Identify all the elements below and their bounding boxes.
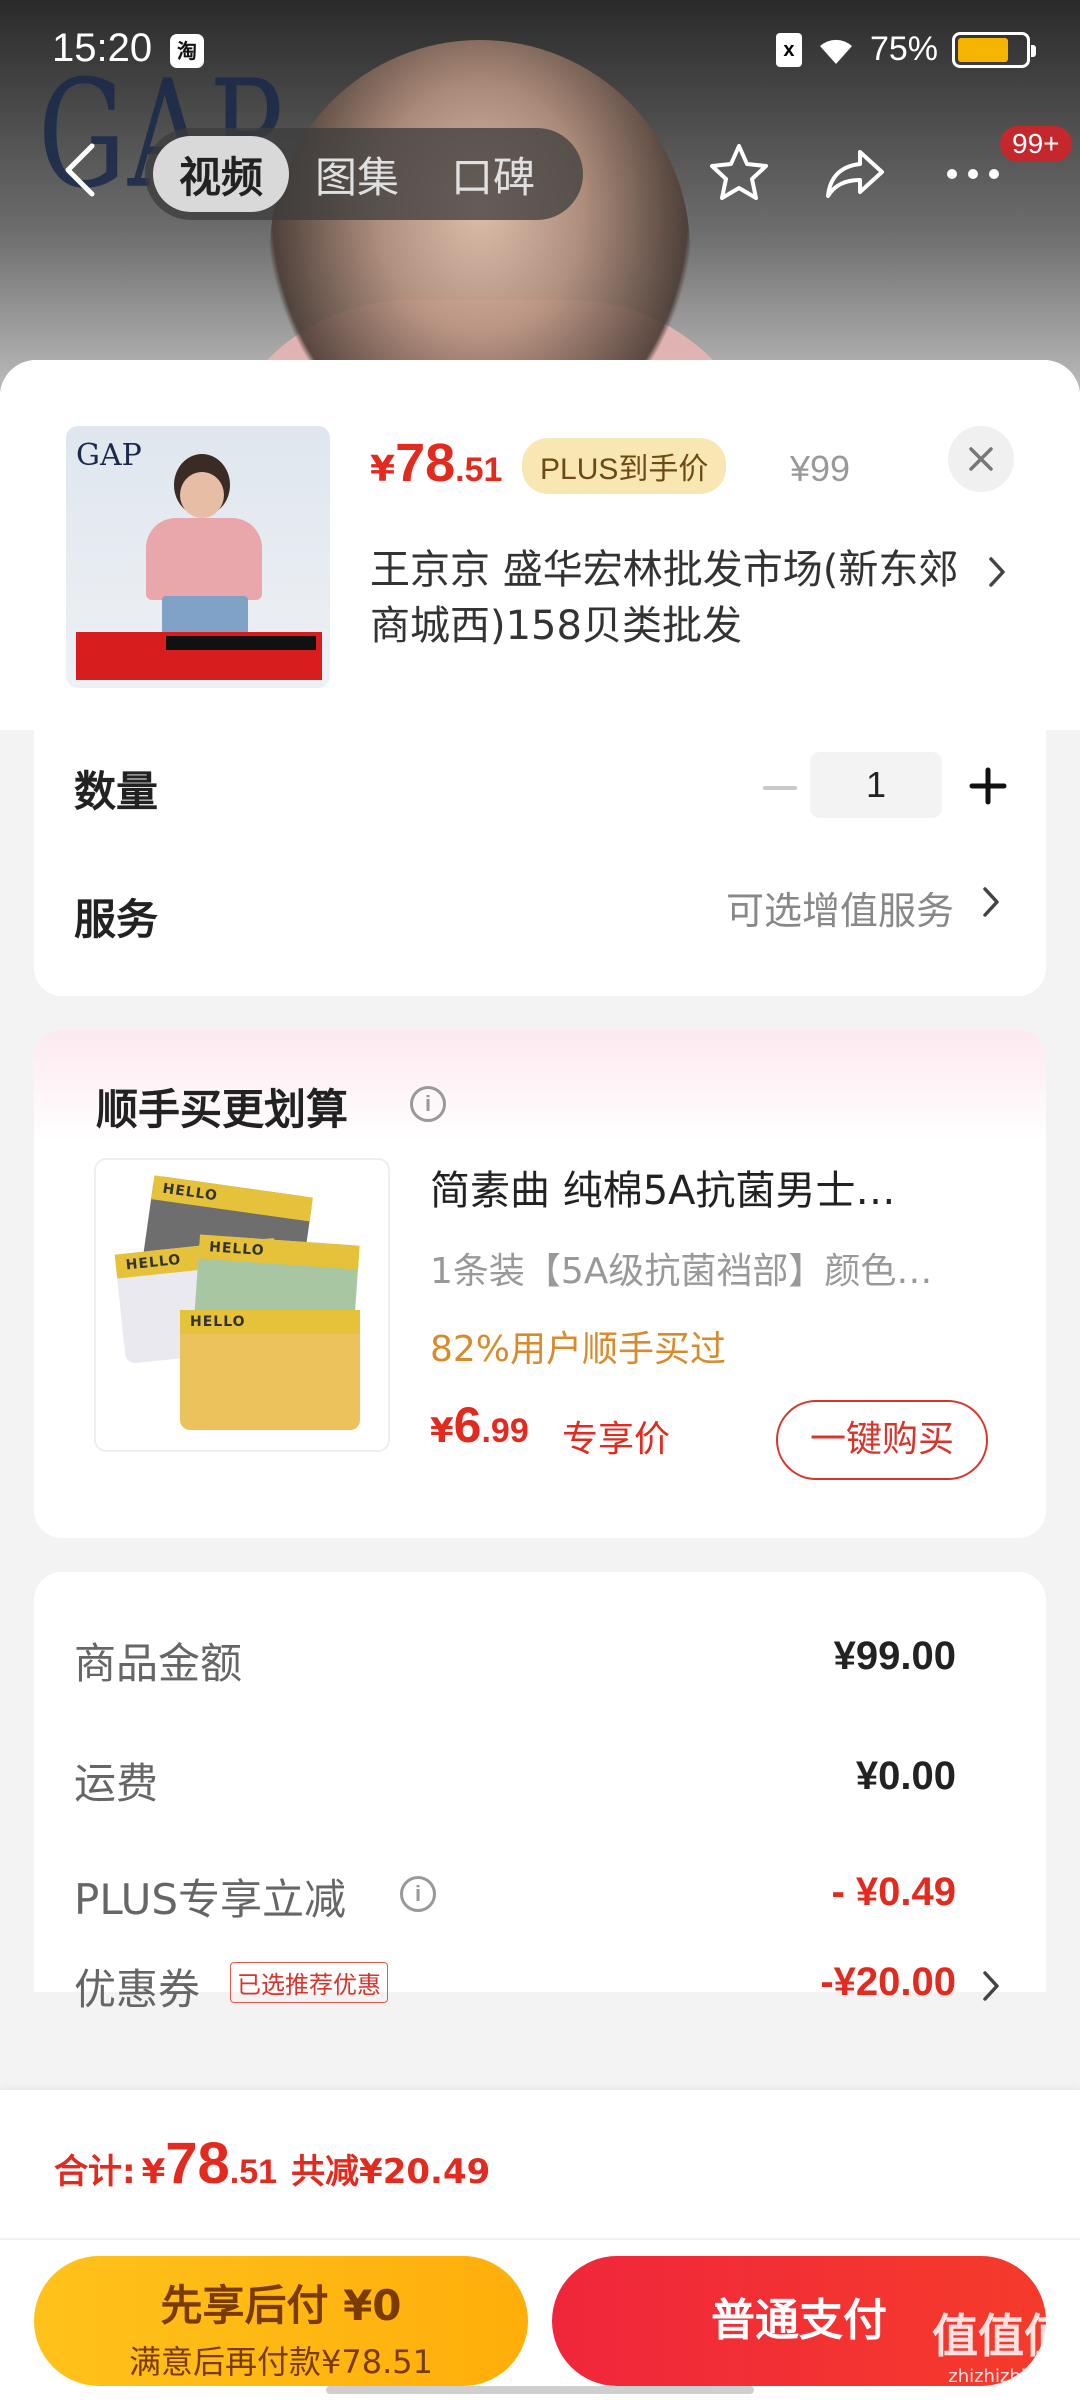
addon-title: 顺手买更划算: [96, 1085, 349, 1134]
tab-gallery[interactable]: 图集: [289, 136, 425, 212]
more-icon[interactable]: [940, 140, 1006, 206]
battery-percent: 75%: [869, 30, 938, 68]
total-integer: 78: [165, 2131, 230, 2196]
taobao-notification-icon: 淘: [170, 34, 204, 68]
battery-icon: [952, 31, 1036, 68]
total-label: 合计:: [54, 2152, 136, 2192]
divider: [0, 2238, 1080, 2240]
pay-later-subtitle: 满意后再付款¥78.51: [129, 2343, 433, 2381]
quantity-service-card: 数量 1 服务 可选增值服务: [34, 730, 1046, 996]
tab-video[interactable]: 视频: [153, 136, 290, 212]
subtotal-label: 商品金额: [74, 1639, 243, 1688]
decrease-quantity-button[interactable]: [750, 758, 810, 818]
status-indicators: x 75%: [775, 30, 1036, 69]
addon-exclusive-tag: 专享价: [562, 1419, 671, 1460]
share-icon[interactable]: [822, 140, 888, 206]
thumb-promo-strip: [166, 636, 316, 650]
site-watermark: 值值值 zhizhizhi.com: [932, 2300, 1070, 2387]
thumb-face: [180, 472, 224, 518]
quantity-label: 数量: [74, 767, 159, 816]
info-icon[interactable]: i: [410, 1086, 446, 1122]
pay-later-button[interactable]: 先享后付 ¥0 满意后再付款¥78.51: [34, 2256, 528, 2386]
watermark-url: zhizhizhi.com: [948, 2366, 1070, 2387]
plus-discount-label: PLUS专享立减: [74, 1875, 347, 1924]
addon-social-proof: 82%用户顺手买过: [430, 1329, 727, 1370]
tab-reviews[interactable]: 口碑: [425, 136, 561, 212]
price-decimal: .51: [455, 451, 503, 489]
plus-price-tag: PLUS到手价: [522, 438, 727, 494]
total-currency: ¥: [141, 2152, 166, 2192]
one-click-buy-button[interactable]: 一键购买: [776, 1400, 988, 1480]
media-tabs: 视频 图集 口碑: [145, 128, 583, 220]
status-bar: 15:20 淘 x 75%: [0, 0, 1080, 100]
brief-yellow: HELLO: [180, 1310, 360, 1430]
close-icon: [969, 447, 993, 471]
thumb-brand-logo: GAP: [76, 438, 142, 473]
plus-discount-value: - ¥0.49: [831, 1870, 956, 1914]
total-saved: 共减¥20.49: [291, 2152, 491, 2192]
product-thumbnail[interactable]: GAP: [66, 426, 330, 688]
no-sim-icon: x: [775, 32, 802, 67]
coupon-value[interactable]: -¥20.00: [820, 1960, 956, 2005]
price-integer: 78: [395, 433, 456, 493]
delivery-address[interactable]: 王京京 盛华宏林批发市场(新东郊商城西)158贝类批发: [370, 542, 970, 654]
sheet-header: GAP ¥ 78 .51 PLUS到手价 ¥99 王京京 盛华宏林批发市场(新东…: [0, 360, 1080, 730]
checkout-bar: 合计: ¥ 78 .51 共减¥20.49 先享后付 ¥0 满意后再付款¥78.…: [0, 2090, 1080, 2400]
order-total: 合计: ¥ 78 .51 共减¥20.49: [54, 2130, 490, 2197]
chevron-right-icon[interactable]: [980, 884, 1002, 924]
shipping-label: 运费: [74, 1759, 159, 1808]
pay-later-title: 先享后付 ¥0: [160, 2281, 402, 2330]
addon-price-integer: 6: [453, 1397, 482, 1453]
wifi-icon: [816, 34, 856, 66]
info-icon[interactable]: i: [400, 1876, 436, 1912]
chevron-right-icon[interactable]: [980, 1968, 1002, 2008]
addon-product-spec[interactable]: 1条装【5A级抗菌裆部】颜色…: [430, 1242, 990, 1294]
battery-level: [958, 37, 1008, 62]
original-price: ¥99: [790, 448, 851, 489]
minus-icon: [763, 786, 797, 790]
message-count-badge: 99+: [1000, 126, 1072, 162]
service-selector[interactable]: 可选增值服务: [726, 880, 954, 935]
total-decimal: .51: [229, 2153, 278, 2191]
increase-quantity-button[interactable]: [958, 756, 1018, 816]
thumb-promo-banner: [76, 632, 322, 680]
addon-recommendation-card: 顺手买更划算 i HELLO HELLO HELLO HELLO 简素曲 纯棉5…: [34, 1030, 1046, 1538]
order-summary-card: 商品金额 ¥99.00 运费 ¥0.00 PLUS专享立减 i - ¥0.49 …: [34, 1572, 1046, 2014]
chevron-right-icon[interactable]: [986, 554, 1008, 594]
addon-price-currency: ¥: [430, 1411, 454, 1451]
favorite-star-icon[interactable]: [706, 140, 772, 206]
back-icon[interactable]: [58, 140, 102, 200]
thumb-shirt: [146, 518, 262, 600]
addon-price-decimal: .99: [481, 1412, 529, 1450]
price-currency: ¥: [370, 449, 396, 490]
addon-price: ¥ 6 .99: [430, 1396, 529, 1454]
addon-product-image[interactable]: HELLO HELLO HELLO HELLO: [94, 1158, 390, 1452]
plus-icon: [969, 767, 1007, 805]
coupon-recommended-tag: 已选推荐优惠: [230, 1962, 388, 2003]
service-label: 服务: [74, 895, 159, 944]
watermark-text: 值值值: [932, 2309, 1070, 2363]
quantity-value[interactable]: 1: [810, 752, 942, 818]
close-button[interactable]: [948, 426, 1014, 492]
clock: 15:20: [52, 26, 153, 70]
shipping-value: ¥0.00: [855, 1754, 956, 1798]
coupon-label: 优惠券: [74, 1965, 201, 2014]
addon-product-name[interactable]: 简素曲 纯棉5A抗菌男士…: [430, 1158, 990, 1216]
subtotal-value: ¥99.00: [833, 1634, 956, 1678]
product-price: ¥ 78 .51: [370, 432, 502, 494]
home-indicator[interactable]: [326, 2386, 754, 2394]
